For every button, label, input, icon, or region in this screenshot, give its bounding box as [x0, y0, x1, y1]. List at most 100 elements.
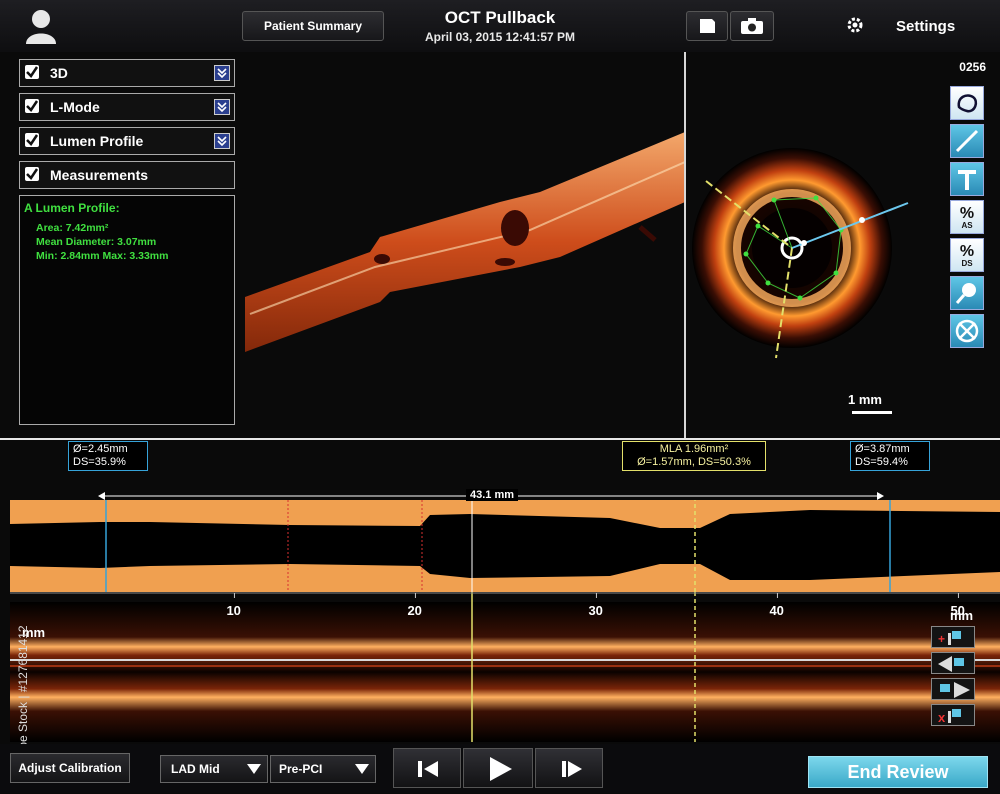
segment-length: 43.1 mm [466, 489, 519, 501]
lmode-axis-labels: 10 20 30 40 50 [10, 603, 1000, 623]
svg-text:x: x [938, 710, 946, 725]
lmode-tick-marks [233, 593, 959, 598]
lmode-unit-label: mm [950, 608, 974, 623]
left-reference-ds: DS=35.9% [73, 456, 126, 468]
settings-button[interactable]: Settings [838, 11, 988, 39]
lmode-tick-label: 40 [769, 603, 784, 618]
checkmark-icon [26, 168, 39, 180]
tool-palette: % AS % DS [950, 86, 988, 352]
checkbox-lmode[interactable] [25, 99, 39, 113]
lumen-trace-tool[interactable] [950, 86, 984, 120]
clear-tool[interactable] [950, 314, 984, 348]
procedure-select[interactable]: Pre-PCI [270, 755, 376, 783]
play-button[interactable] [463, 748, 533, 788]
delete-marker-icon: x [938, 709, 961, 725]
camera-button[interactable] [730, 11, 774, 41]
checkmark-icon [26, 66, 39, 78]
zoom-tool[interactable] [950, 276, 984, 310]
layer-label-lmode: L-Mode [50, 99, 100, 115]
measurement-panel: A Lumen Profile: Area: 7.42mm² Mean Diam… [19, 195, 235, 425]
layer-dropdown-lmode[interactable] [214, 99, 230, 115]
tool-label-as: AS [961, 221, 973, 230]
marker-right-icon [940, 682, 970, 698]
layer-row-measurements[interactable]: Measurements [19, 161, 235, 189]
tool-label-ds: DS [961, 259, 973, 268]
right-reference-diameter: Ø=3.87mm [855, 443, 910, 455]
layer-row-lumen-profile[interactable]: Lumen Profile [19, 127, 235, 155]
export-icon [700, 19, 715, 33]
add-marker-button[interactable]: + [931, 626, 975, 648]
frame-number: 0256 [959, 60, 986, 74]
checkmark-icon [26, 134, 39, 146]
lumen-trace-icon [957, 94, 978, 113]
line-measure-tool[interactable] [950, 124, 984, 158]
lmode-tick-label: 10 [226, 603, 241, 618]
left-reference-callout[interactable]: Ø=2.45mm DS=35.9% [68, 441, 148, 471]
lmode-side-controls: + x [931, 626, 975, 730]
layer-dropdown-3d[interactable] [214, 65, 230, 81]
mla-area: MLA 1.96mm² [659, 443, 729, 455]
mla-callout[interactable]: MLA 1.96mm² Ø=1.57mm, DS=50.3% [622, 441, 766, 471]
svg-text:%: % [960, 243, 974, 260]
checkbox-measurements[interactable] [25, 167, 39, 181]
step-forward-icon [562, 761, 582, 777]
line-measure-icon [955, 129, 979, 153]
measurement-mean-diameter: Mean Diameter: 3.07mm [36, 236, 157, 248]
percent-area-stenosis-tool[interactable]: % AS [950, 200, 984, 234]
clear-icon [955, 319, 979, 343]
gear-icon [847, 17, 863, 33]
side-watermark: Adobe Stock | #127681412 [4, 560, 30, 770]
measurement-title: A Lumen Profile: [24, 201, 120, 215]
lmode-tick-label: 20 [407, 603, 422, 618]
checkbox-lumen-profile[interactable] [25, 133, 39, 147]
settings-label: Settings [896, 18, 956, 35]
3d-vessel-render [245, 132, 686, 352]
delete-marker-button[interactable]: x [931, 704, 975, 726]
location-select[interactable]: LAD Mid [160, 755, 268, 783]
left-reference-diameter: Ø=2.45mm [73, 443, 128, 455]
export-button[interactable] [686, 11, 728, 41]
lumen-profile-plot [10, 490, 1000, 592]
end-review-button[interactable]: End Review [808, 756, 988, 788]
text-annotation-tool[interactable] [950, 162, 984, 196]
double-chevron-down-icon [217, 68, 227, 79]
percent-diameter-stenosis-tool[interactable]: % DS [950, 238, 984, 272]
add-marker-icon: + [938, 631, 961, 646]
cross-section-image [692, 148, 909, 414]
patient-summary-button[interactable]: Patient Summary [242, 11, 384, 41]
layer-row-lmode[interactable]: L-Mode [19, 93, 235, 121]
svg-text:+: + [938, 632, 945, 646]
marker-left-button[interactable] [931, 652, 975, 674]
cross-section-view[interactable] [686, 78, 948, 434]
checkbox-3d[interactable] [25, 65, 39, 79]
zoom-icon [955, 283, 976, 304]
text-annotation-icon [958, 170, 976, 190]
layer-dropdown-lumen-profile[interactable] [214, 133, 230, 149]
play-icon [490, 757, 512, 781]
page-title: OCT Pullback [444, 8, 556, 27]
marker-right-button[interactable] [931, 678, 975, 700]
layer-row-3d[interactable]: 3D [19, 59, 235, 87]
double-chevron-down-icon [217, 136, 227, 147]
lumen-profile-graph[interactable] [10, 490, 1000, 592]
chevron-down-icon [247, 764, 261, 774]
layer-label-3d: 3D [50, 65, 68, 81]
3d-vessel-view[interactable] [240, 52, 686, 438]
step-forward-button[interactable] [535, 748, 603, 788]
user-icon[interactable] [24, 8, 58, 44]
right-reference-ds: DS=59.4% [855, 456, 908, 468]
mla-diameter-ds: Ø=1.57mm, DS=50.3% [637, 456, 751, 468]
checkmark-icon [26, 100, 39, 112]
step-back-icon [418, 761, 438, 777]
measurement-area: Area: 7.42mm² [36, 222, 109, 234]
procedure-select-value: Pre-PCI [279, 762, 323, 776]
right-reference-callout[interactable]: Ø=3.87mm DS=59.4% [850, 441, 930, 471]
camera-icon [741, 18, 763, 34]
section-divider [0, 438, 1000, 440]
double-chevron-down-icon [217, 102, 227, 113]
measurement-min-max: Min: 2.84mm Max: 3.33mm [36, 250, 169, 262]
step-back-button[interactable] [393, 748, 461, 788]
adjust-calibration-button[interactable]: Adjust Calibration [10, 753, 130, 783]
svg-text:%: % [960, 205, 974, 222]
chevron-down-icon [355, 764, 369, 774]
